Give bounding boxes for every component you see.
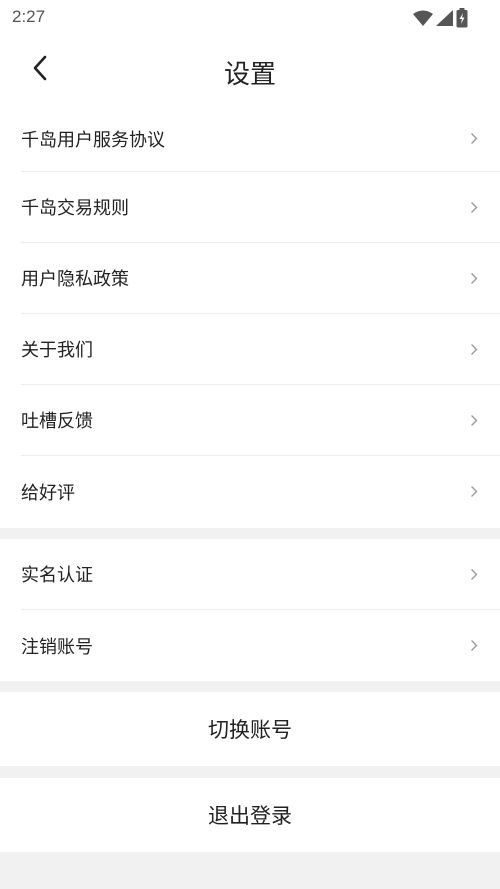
chevron-right-icon xyxy=(470,639,480,653)
chevron-right-icon xyxy=(470,342,480,356)
status-bar: 2:27 xyxy=(0,0,500,34)
settings-item-label: 关于我们 xyxy=(21,340,93,361)
chevron-right-icon xyxy=(470,271,480,285)
settings-item-rate-app[interactable]: 给好评 xyxy=(21,456,500,527)
chevron-right-icon xyxy=(470,485,480,499)
settings-item-label: 用户隐私政策 xyxy=(21,269,129,290)
switch-account-label: 切换账号 xyxy=(208,718,292,742)
settings-group-1: 千岛用户服务协议 千岛交易规则 用户隐私政策 关于我们 吐槽反馈 给好评 xyxy=(0,106,500,528)
logout-label: 退出登录 xyxy=(208,804,292,828)
settings-item-about-us[interactable]: 关于我们 xyxy=(21,314,500,385)
settings-item-label: 实名认证 xyxy=(21,565,93,586)
battery-icon xyxy=(456,8,468,32)
settings-item-real-name-verification[interactable]: 实名认证 xyxy=(21,539,500,610)
settings-screen: 2:27 设置 千岛用户服务协议 千岛交易规则 用户隐私政策 关于我们 吐槽反馈… xyxy=(0,0,500,889)
page-title: 设置 xyxy=(223,60,276,90)
chevron-right-icon xyxy=(470,413,480,427)
status-icons xyxy=(413,8,468,32)
settings-item-label: 千岛用户服务协议 xyxy=(21,129,165,151)
chevron-right-icon xyxy=(470,132,480,146)
navigation-bar: 设置 xyxy=(0,34,500,106)
cellular-signal-icon xyxy=(436,10,453,30)
settings-item-privacy-policy[interactable]: 用户隐私政策 xyxy=(21,243,500,314)
wifi-icon xyxy=(413,10,433,30)
settings-item-trading-rules[interactable]: 千岛交易规则 xyxy=(21,172,500,243)
settings-item-label: 吐槽反馈 xyxy=(21,411,93,432)
settings-item-label: 注销账号 xyxy=(21,636,93,658)
settings-item-feedback[interactable]: 吐槽反馈 xyxy=(21,385,500,456)
settings-item-label: 千岛交易规则 xyxy=(21,198,129,219)
settings-group-2: 实名认证 注销账号 xyxy=(0,539,500,681)
logout-button[interactable]: 退出登录 xyxy=(0,778,500,852)
settings-item-label: 给好评 xyxy=(21,482,75,504)
settings-item-user-service-agreement[interactable]: 千岛用户服务协议 xyxy=(21,106,500,172)
chevron-right-icon xyxy=(470,567,480,581)
chevron-right-icon xyxy=(470,200,480,214)
switch-account-button[interactable]: 切换账号 xyxy=(0,692,500,766)
settings-item-delete-account[interactable]: 注销账号 xyxy=(21,610,500,681)
status-time: 2:27 xyxy=(12,7,46,26)
